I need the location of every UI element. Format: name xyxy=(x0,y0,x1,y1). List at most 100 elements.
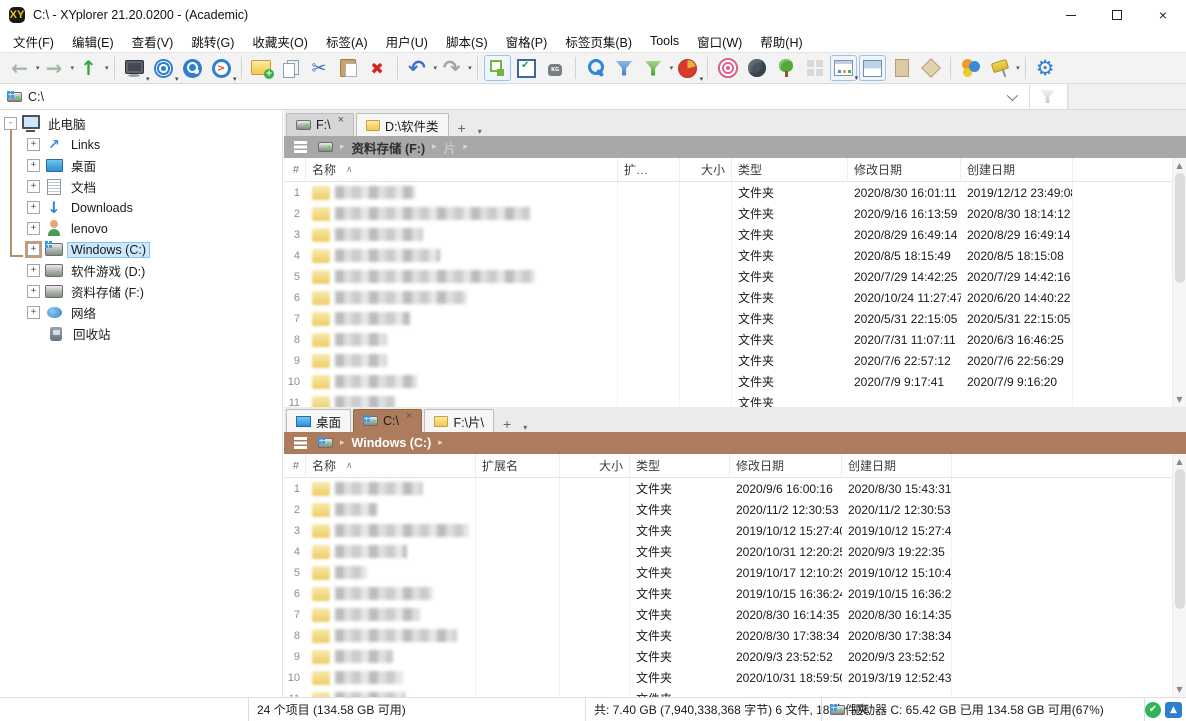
menu-item-1[interactable]: 编辑(E) xyxy=(63,30,123,53)
visual-filter-button[interactable] xyxy=(640,55,667,81)
menu-item-7[interactable]: 脚本(S) xyxy=(437,30,497,53)
dropdown-caret-icon[interactable]: ▾ xyxy=(670,64,674,72)
tree-expand-toggle[interactable]: + xyxy=(27,243,40,256)
column-header-3[interactable]: 大小 xyxy=(560,454,630,477)
redo-button[interactable] xyxy=(438,55,465,81)
menu-item-10[interactable]: Tools xyxy=(641,32,688,50)
file-row[interactable]: 2文件夹2020/9/16 16:13:592020/8/30 18:14:12 xyxy=(284,203,1186,224)
delete-button[interactable] xyxy=(364,55,391,81)
find-files-button[interactable] xyxy=(582,55,609,81)
column-header-3[interactable]: 大小 xyxy=(680,158,732,181)
tree-expand-toggle[interactable]: + xyxy=(27,285,40,298)
tree-item-0[interactable]: -此电脑 xyxy=(0,113,282,134)
paste-button[interactable] xyxy=(335,55,362,81)
file-row[interactable]: 10文件夹2020/7/9 9:17:412020/7/9 9:16:20 xyxy=(284,371,1186,392)
dual-pane-button[interactable] xyxy=(859,55,886,81)
address-input[interactable]: C:\ xyxy=(28,90,44,104)
stats-button[interactable]: ▾ xyxy=(674,55,701,81)
file-row[interactable]: 3文件夹2020/8/29 16:49:142020/8/29 16:49:14 xyxy=(284,224,1186,245)
scroll-down-icon[interactable]: ▼ xyxy=(1176,682,1182,697)
file-row[interactable]: 1文件夹2020/8/30 16:01:112019/12/12 23:49:0… xyxy=(284,182,1186,203)
copy-button[interactable] xyxy=(277,55,304,81)
show-desktop-button[interactable]: ▾ xyxy=(121,55,148,81)
new-tab-button[interactable]: + xyxy=(451,120,473,136)
live-filter-box[interactable] xyxy=(1068,84,1186,109)
tree-expand-toggle[interactable]: + xyxy=(27,138,40,151)
file-row[interactable]: 11文件夹 xyxy=(284,688,1186,697)
tab-bottom-0[interactable]: 桌面 xyxy=(286,409,351,432)
file-row[interactable]: 2文件夹2020/11/2 12:30:532020/11/2 12:30:53 xyxy=(284,499,1186,520)
pane-menu-icon[interactable] xyxy=(294,437,307,440)
tree-expand-toggle[interactable]: - xyxy=(4,117,17,130)
tree-item-3[interactable]: +文档 xyxy=(0,176,282,197)
menu-item-11[interactable]: 窗口(W) xyxy=(688,30,751,53)
maximize-button[interactable] xyxy=(1094,0,1140,30)
menu-item-6[interactable]: 用户(U) xyxy=(377,30,437,53)
dropdown-caret-icon[interactable]: ▾ xyxy=(105,64,109,72)
breadcrumb-segment[interactable]: 资料存储 (F:) xyxy=(352,138,426,157)
file-row[interactable]: 4文件夹2020/10/31 12:20:252020/9/3 19:22:35 xyxy=(284,541,1186,562)
tab-top-1[interactable]: D:\软件类 xyxy=(356,113,448,136)
file-row[interactable]: 6文件夹2020/10/24 11:27:472020/6/20 14:40:2… xyxy=(284,287,1186,308)
menu-item-8[interactable]: 窗格(P) xyxy=(497,30,557,53)
tab-close-icon[interactable]: × xyxy=(338,114,344,127)
back-button[interactable] xyxy=(6,55,33,81)
paint-roller-button[interactable] xyxy=(986,55,1013,81)
filter-button[interactable] xyxy=(611,55,638,81)
tree-item-2[interactable]: +桌面 xyxy=(0,155,282,176)
tree-item-7[interactable]: +软件游戏 (D:) xyxy=(0,260,282,281)
close-button[interactable]: × xyxy=(1140,0,1186,30)
tab-close-icon[interactable]: × xyxy=(406,410,412,423)
minimize-button[interactable] xyxy=(1048,0,1094,30)
breadcrumb-segment[interactable]: 片 xyxy=(444,138,457,157)
file-row[interactable]: 7文件夹2020/8/30 16:14:352020/8/30 16:14:35 xyxy=(284,604,1186,625)
dropdown-caret-icon[interactable]: ▾ xyxy=(1016,64,1020,72)
dropdown-caret-icon[interactable]: ▾ xyxy=(434,64,438,72)
zoom-button[interactable] xyxy=(179,55,206,81)
tree-expand-toggle[interactable]: + xyxy=(27,201,40,214)
dropdown-caret-icon[interactable]: ▾ xyxy=(468,64,472,72)
breadcrumb-segment[interactable]: Windows (C:) xyxy=(352,436,432,450)
dropdown-caret-icon[interactable]: ▾ xyxy=(36,64,40,72)
up-button[interactable] xyxy=(75,55,102,81)
single-pane-button[interactable] xyxy=(888,55,915,81)
tab-bottom-1[interactable]: C:\× xyxy=(353,409,422,432)
tree-item-6[interactable]: +Windows (C:) xyxy=(0,239,282,260)
vertical-scrollbar[interactable]: ▲▼ xyxy=(1172,454,1186,697)
tab-list-caret-icon[interactable]: ▾ xyxy=(518,423,532,432)
tree-expand-toggle[interactable]: + xyxy=(27,159,40,172)
panel-toggle-button[interactable]: ▲ xyxy=(1165,702,1182,718)
go-button[interactable]: ▾ xyxy=(208,55,235,81)
file-row[interactable]: 8文件夹2020/8/30 17:38:342020/8/30 17:38:34 xyxy=(284,625,1186,646)
file-row[interactable]: 11文件夹 xyxy=(284,392,1186,407)
mini-tree-button[interactable] xyxy=(484,55,511,81)
vertical-scrollbar[interactable]: ▲▼ xyxy=(1172,158,1186,407)
checkbox-select-button[interactable] xyxy=(513,55,540,81)
column-header-0[interactable]: # xyxy=(284,454,306,477)
folder-tree-button[interactable] xyxy=(772,55,799,81)
new-folder-button[interactable] xyxy=(248,55,275,81)
scroll-up-icon[interactable]: ▲ xyxy=(1176,454,1182,469)
column-header-5[interactable]: 修改日期 xyxy=(730,454,842,477)
file-row[interactable]: 7文件夹2020/5/31 22:15:052020/5/31 22:15:05 xyxy=(284,308,1186,329)
new-tab-button[interactable]: + xyxy=(496,416,518,432)
address-bar[interactable]: C:\ xyxy=(0,84,1186,110)
tree-expand-toggle[interactable]: + xyxy=(27,180,40,193)
color-filter-button[interactable] xyxy=(957,55,984,81)
tree-item-4[interactable]: +Downloads xyxy=(0,197,282,218)
tree-item-10[interactable]: 回收站 xyxy=(0,323,282,344)
tree-item-9[interactable]: +网络 xyxy=(0,302,282,323)
column-header-1[interactable]: 名称∧ xyxy=(306,158,618,181)
file-row[interactable]: 5文件夹2020/7/29 14:42:252020/7/29 14:42:16 xyxy=(284,266,1186,287)
forward-button[interactable] xyxy=(41,55,68,81)
file-row[interactable]: 5文件夹2019/10/17 12:10:292019/10/12 15:10:… xyxy=(284,562,1186,583)
menu-item-0[interactable]: 文件(F) xyxy=(4,30,63,53)
dropdown-caret-icon[interactable]: ▾ xyxy=(71,64,75,72)
menu-item-2[interactable]: 查看(V) xyxy=(123,30,183,53)
tree-expand-toggle[interactable]: + xyxy=(27,306,40,319)
scroll-down-icon[interactable]: ▼ xyxy=(1176,392,1182,407)
tab-bottom-2[interactable]: F:\片\ xyxy=(424,409,494,432)
tab-list-caret-icon[interactable]: ▾ xyxy=(473,127,487,136)
tree-expand-toggle[interactable]: + xyxy=(27,222,40,235)
file-row[interactable]: 8文件夹2020/7/31 11:07:112020/6/3 16:46:25 xyxy=(284,329,1186,350)
